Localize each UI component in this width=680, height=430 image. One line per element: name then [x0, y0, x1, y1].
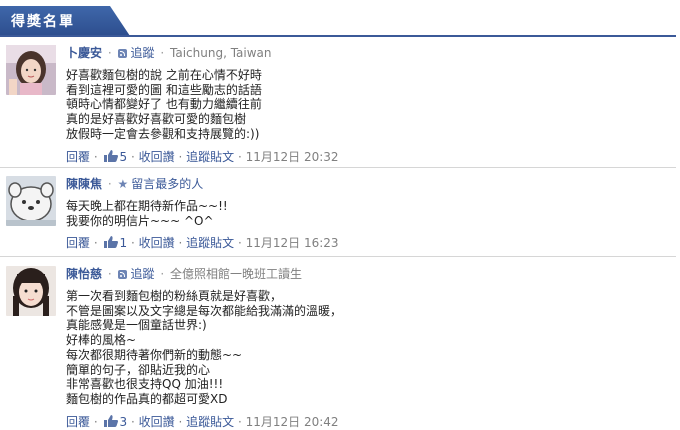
- follow-post-link[interactable]: 追蹤貼文: [186, 150, 234, 164]
- comment-text: 每天晚上都在期待新作品~~!! 我要你的明信片~~~ ^O^: [66, 199, 228, 228]
- header-divider: [0, 35, 676, 37]
- separator: ·: [237, 414, 242, 429]
- separator: ·: [237, 149, 242, 164]
- avatar[interactable]: [6, 45, 56, 95]
- separator: ·: [178, 236, 183, 251]
- follow-post-link[interactable]: 追蹤貼文: [186, 415, 234, 429]
- thumbs-up-icon[interactable]: [103, 414, 118, 427]
- separator: ·: [107, 46, 112, 60]
- author-name[interactable]: 陳陳焦: [66, 177, 102, 191]
- unlike-link[interactable]: 收回讚: [139, 415, 175, 429]
- header-bar: 得獎名單: [0, 0, 680, 37]
- author-name[interactable]: 卜慶安: [66, 46, 102, 60]
- reply-link[interactable]: 回覆: [66, 150, 90, 164]
- timestamp[interactable]: 11月12日 16:23: [246, 236, 339, 250]
- unlike-link[interactable]: 收回讚: [139, 150, 175, 164]
- comment-divider: [0, 167, 676, 168]
- avatar[interactable]: [6, 176, 56, 226]
- author-subtitle: 全億照相館一晚班工讀生: [170, 267, 303, 281]
- separator: ·: [130, 414, 135, 429]
- follow-link[interactable]: 追蹤: [131, 46, 155, 60]
- separator: ·: [93, 236, 98, 251]
- separator: ·: [107, 267, 112, 281]
- thumbs-up-icon[interactable]: [103, 236, 118, 249]
- star-icon: ★: [117, 177, 129, 191]
- comment-divider: [0, 256, 676, 257]
- separator: ·: [178, 414, 183, 429]
- separator: ·: [130, 236, 135, 251]
- separator: ·: [178, 149, 183, 164]
- separator: ·: [160, 267, 165, 281]
- reply-link[interactable]: 回覆: [66, 236, 90, 250]
- follow-post-link[interactable]: 追蹤貼文: [186, 236, 234, 250]
- follow-link[interactable]: 追蹤: [131, 267, 155, 281]
- separator: ·: [237, 236, 242, 251]
- separator: ·: [93, 149, 98, 164]
- reply-link[interactable]: 回覆: [66, 415, 90, 429]
- comment-item: 陳怡慈 · 追蹤 · 全億照相館一晚班工讀生 第一次看到麵包樹的粉絲頁就是好喜歡…: [0, 264, 676, 429]
- thumbs-up-icon[interactable]: [103, 149, 118, 162]
- author-subtitle: 留言最多的人: [131, 177, 204, 191]
- separator: ·: [160, 46, 165, 60]
- like-count: 1: [119, 236, 128, 251]
- rss-icon: [117, 270, 127, 279]
- like-count: 3: [119, 414, 128, 429]
- unlike-link[interactable]: 收回讚: [139, 236, 175, 250]
- comment-item: 陳陳焦 · ★ 留言最多的人 每天晚上都在期待新作品~~!! 我要你的明信片~~~…: [0, 174, 676, 255]
- separator: ·: [130, 149, 135, 164]
- timestamp[interactable]: 11月12日 20:42: [246, 415, 339, 429]
- comment-text: 第一次看到麵包樹的粉絲頁就是好喜歡， 不管是圖案以及文字總是每次都能給我滿滿的溫…: [66, 289, 343, 406]
- page-title: 得獎名單: [11, 14, 75, 30]
- author-subtitle: Taichung, Taiwan: [170, 46, 272, 60]
- like-count: 5: [119, 149, 128, 164]
- comment-text: 好喜歡麵包樹的說 之前在心情不好時 看到這裡可愛的圖 和這些勵志的話語 頓時心情…: [66, 68, 262, 141]
- separator: ·: [93, 414, 98, 429]
- rss-icon: [117, 49, 127, 58]
- separator: ·: [107, 177, 112, 191]
- avatar[interactable]: [6, 266, 56, 316]
- timestamp[interactable]: 11月12日 20:32: [246, 150, 339, 164]
- author-name[interactable]: 陳怡慈: [66, 267, 102, 281]
- comment-item: 卜慶安 · 追蹤 · Taichung, Taiwan 好喜歡麵包樹的說 之前在…: [0, 43, 676, 164]
